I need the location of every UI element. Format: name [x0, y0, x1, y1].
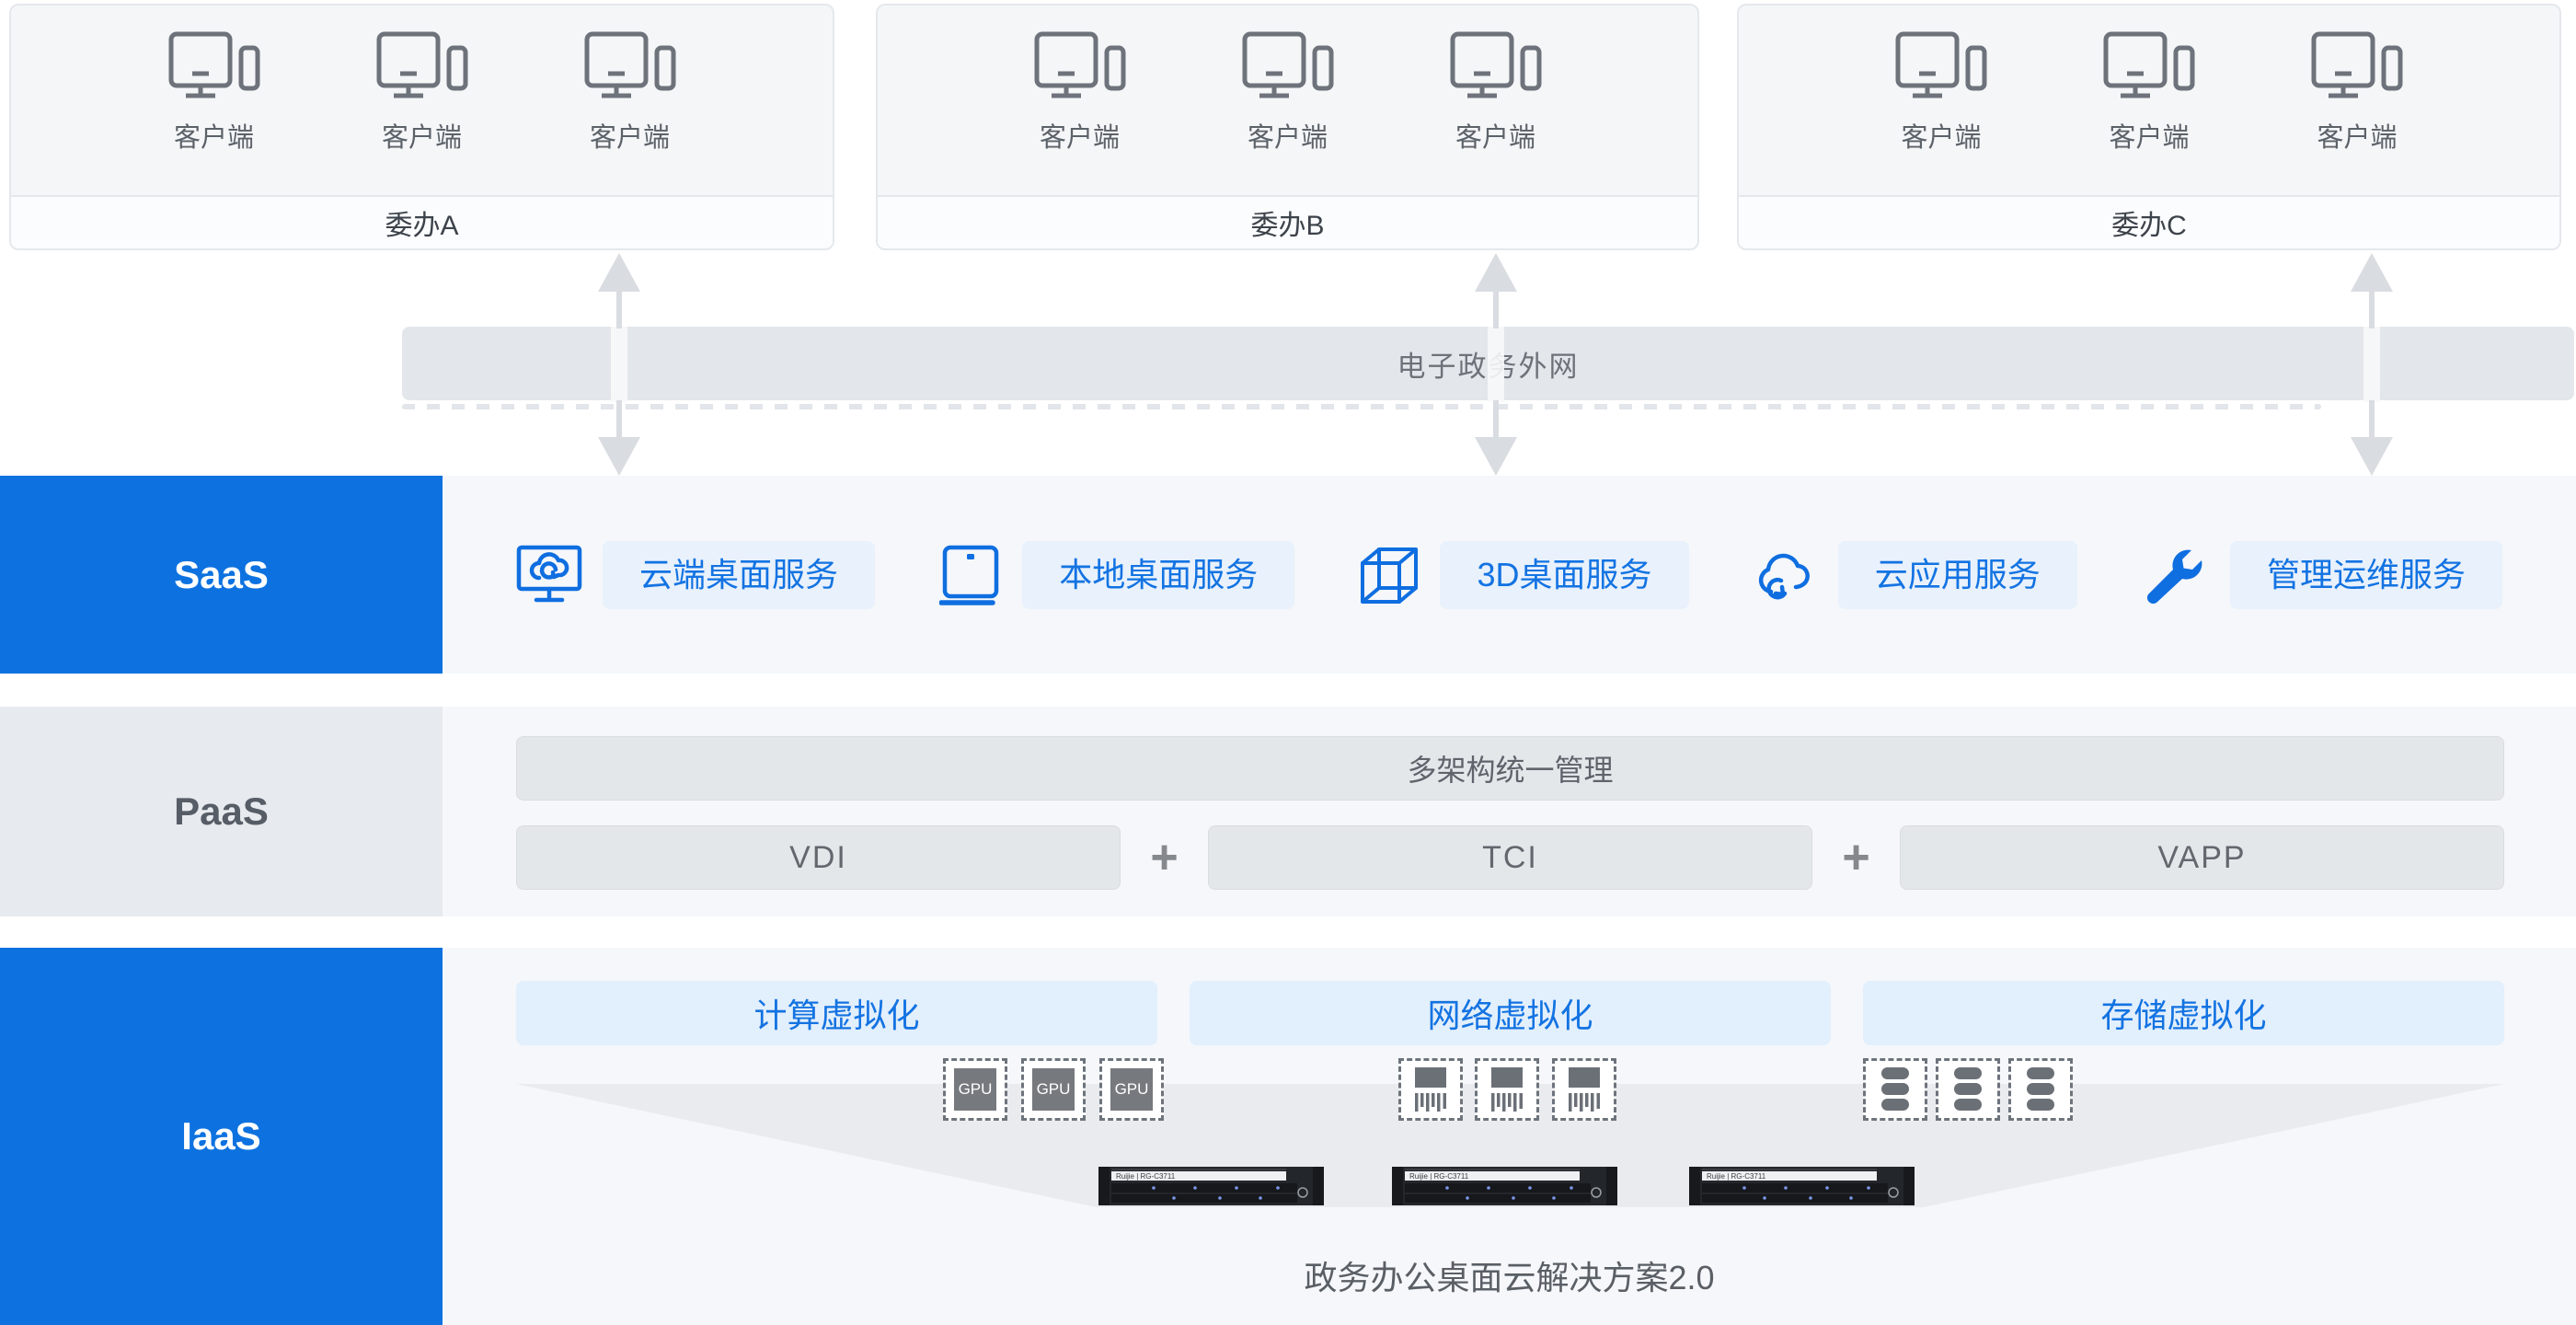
client-label: 客户端 — [1455, 116, 1535, 155]
svg-text:Ruijie | RG-C3711: Ruijie | RG-C3711 — [1707, 1172, 1766, 1181]
service-pill: 3D桌面服务 — [1440, 541, 1688, 609]
client-item: 客户端 — [1440, 31, 1552, 155]
virt-header-storage: 存储虚拟化 — [1863, 981, 2504, 1045]
desktop-client-icon — [1033, 31, 1127, 103]
local-desktop-icon — [939, 545, 1002, 605]
architecture-diagram: 客户端 客户端 客户端 委办A 客户端 客户端 — [0, 0, 2576, 1325]
storage-disk-icon — [1863, 1058, 1927, 1121]
desktop-client-icon — [583, 31, 677, 103]
layer-label-paas: PaaS — [0, 707, 443, 916]
service-pill: 云端桌面服务 — [603, 541, 875, 609]
cloud-app-icon — [1754, 546, 1818, 605]
client-label: 客户端 — [2109, 116, 2189, 155]
rack-server: Ruijie | RG-C3711 — [1392, 1165, 1617, 1207]
paas-bar-vapp: VAPP — [1900, 825, 2504, 890]
paas-panel: 多架构统一管理 VDI + TCI + VAPP — [443, 707, 2576, 916]
client-item: 客户端 — [1885, 31, 1997, 155]
network-card-icon — [1398, 1058, 1463, 1121]
client-item: 客户端 — [158, 31, 270, 155]
plus-icon: + — [1121, 825, 1208, 890]
client-group-body: 客户端 客户端 客户端 — [1739, 6, 2559, 195]
gpu-icon: GPU — [1099, 1058, 1164, 1121]
service-cloud-app: 云应用服务 — [1754, 541, 2077, 609]
layer-label-iaas: IaaS — [0, 948, 443, 1325]
wrench-icon — [2142, 541, 2210, 609]
svg-text:Ruijie | RG-C3711: Ruijie | RG-C3711 — [1409, 1172, 1469, 1181]
paas-bar-tci: TCI — [1208, 825, 1812, 890]
double-arrow-icon — [1475, 253, 1517, 476]
client-group-footer: 委办B — [878, 195, 1697, 248]
client-label: 客户端 — [382, 116, 462, 155]
gpu-icon: GPU — [1021, 1058, 1086, 1121]
service-cloud-desktop: 云端桌面服务 — [516, 541, 875, 609]
client-item: 客户端 — [2301, 31, 2413, 155]
service-ops: 管理运维服务 — [2142, 541, 2502, 609]
client-item: 客户端 — [2093, 31, 2205, 155]
storage-disk-icon — [1936, 1058, 2000, 1121]
double-arrow-icon — [598, 253, 640, 476]
desktop-client-icon — [1449, 31, 1543, 103]
service-pill: 云应用服务 — [1838, 541, 2077, 609]
client-label: 客户端 — [1901, 116, 1981, 155]
client-label: 客户端 — [1040, 116, 1120, 155]
client-label: 客户端 — [2317, 116, 2397, 155]
plus-icon: + — [1812, 825, 1900, 890]
paas-architecture-row: VDI + TCI + VAPP — [516, 825, 2504, 890]
gpu-icon: GPU — [943, 1058, 1007, 1121]
client-item: 客户端 — [1024, 31, 1136, 155]
desktop-client-icon — [2310, 31, 2404, 103]
unified-management-bar: 多架构统一管理 — [516, 736, 2504, 801]
client-group-card-c: 客户端 客户端 客户端 委办C — [1737, 4, 2561, 250]
client-group-body: 客户端 客户端 客户端 — [11, 6, 833, 195]
svg-text:Ruijie | RG-C3711: Ruijie | RG-C3711 — [1116, 1172, 1176, 1181]
desktop-client-icon — [375, 31, 469, 103]
client-group-footer: 委办A — [11, 195, 833, 248]
layer-label-saas: SaaS — [0, 476, 443, 674]
client-item: 客户端 — [366, 31, 478, 155]
saas-panel: 云端桌面服务 本地桌面服务 3D桌面服务 云应用服务 管理运维服务 — [443, 476, 2576, 674]
cloud-desktop-icon — [516, 545, 582, 605]
client-group-body: 客户端 客户端 客户端 — [878, 6, 1697, 195]
client-group-footer: 委办C — [1739, 195, 2559, 248]
storage-disk-icon — [2008, 1058, 2073, 1121]
desktop-client-icon — [1241, 31, 1335, 103]
desktop-client-icon — [167, 31, 261, 103]
client-group-card-b: 客户端 客户端 客户端 委办B — [876, 4, 1699, 250]
virt-header-compute: 计算虚拟化 — [516, 981, 1157, 1045]
paas-bar-vdi: VDI — [516, 825, 1121, 890]
client-group-card-a: 客户端 客户端 客户端 委办A — [9, 4, 834, 250]
iaas-panel: 计算虚拟化 网络虚拟化 存储虚拟化 GPU GPU GPU Ruijie | R… — [443, 948, 2576, 1325]
service-3d-desktop: 3D桌面服务 — [1359, 541, 1688, 609]
service-pill: 管理运维服务 — [2230, 541, 2502, 609]
rack-server: Ruijie | RG-C3711 — [1098, 1165, 1324, 1207]
service-pill: 本地桌面服务 — [1022, 541, 1294, 609]
network-card-icon — [1552, 1058, 1616, 1121]
client-label: 客户端 — [590, 116, 670, 155]
desktop-client-icon — [2102, 31, 2196, 103]
cube-3d-icon — [1359, 545, 1420, 605]
double-arrow-icon — [2351, 253, 2393, 476]
client-label: 客户端 — [1248, 116, 1328, 155]
dashed-divider — [402, 404, 2321, 409]
client-item: 客户端 — [1232, 31, 1344, 155]
network-card-icon — [1475, 1058, 1539, 1121]
virt-header-network: 网络虚拟化 — [1190, 981, 1831, 1045]
solution-caption: 政务办公桌面云解决方案2.0 — [443, 1251, 2576, 1299]
rack-server: Ruijie | RG-C3711 — [1689, 1165, 1915, 1207]
client-label: 客户端 — [174, 116, 254, 155]
service-local-desktop: 本地桌面服务 — [939, 541, 1294, 609]
desktop-client-icon — [1894, 31, 1988, 103]
client-item: 客户端 — [574, 31, 686, 155]
